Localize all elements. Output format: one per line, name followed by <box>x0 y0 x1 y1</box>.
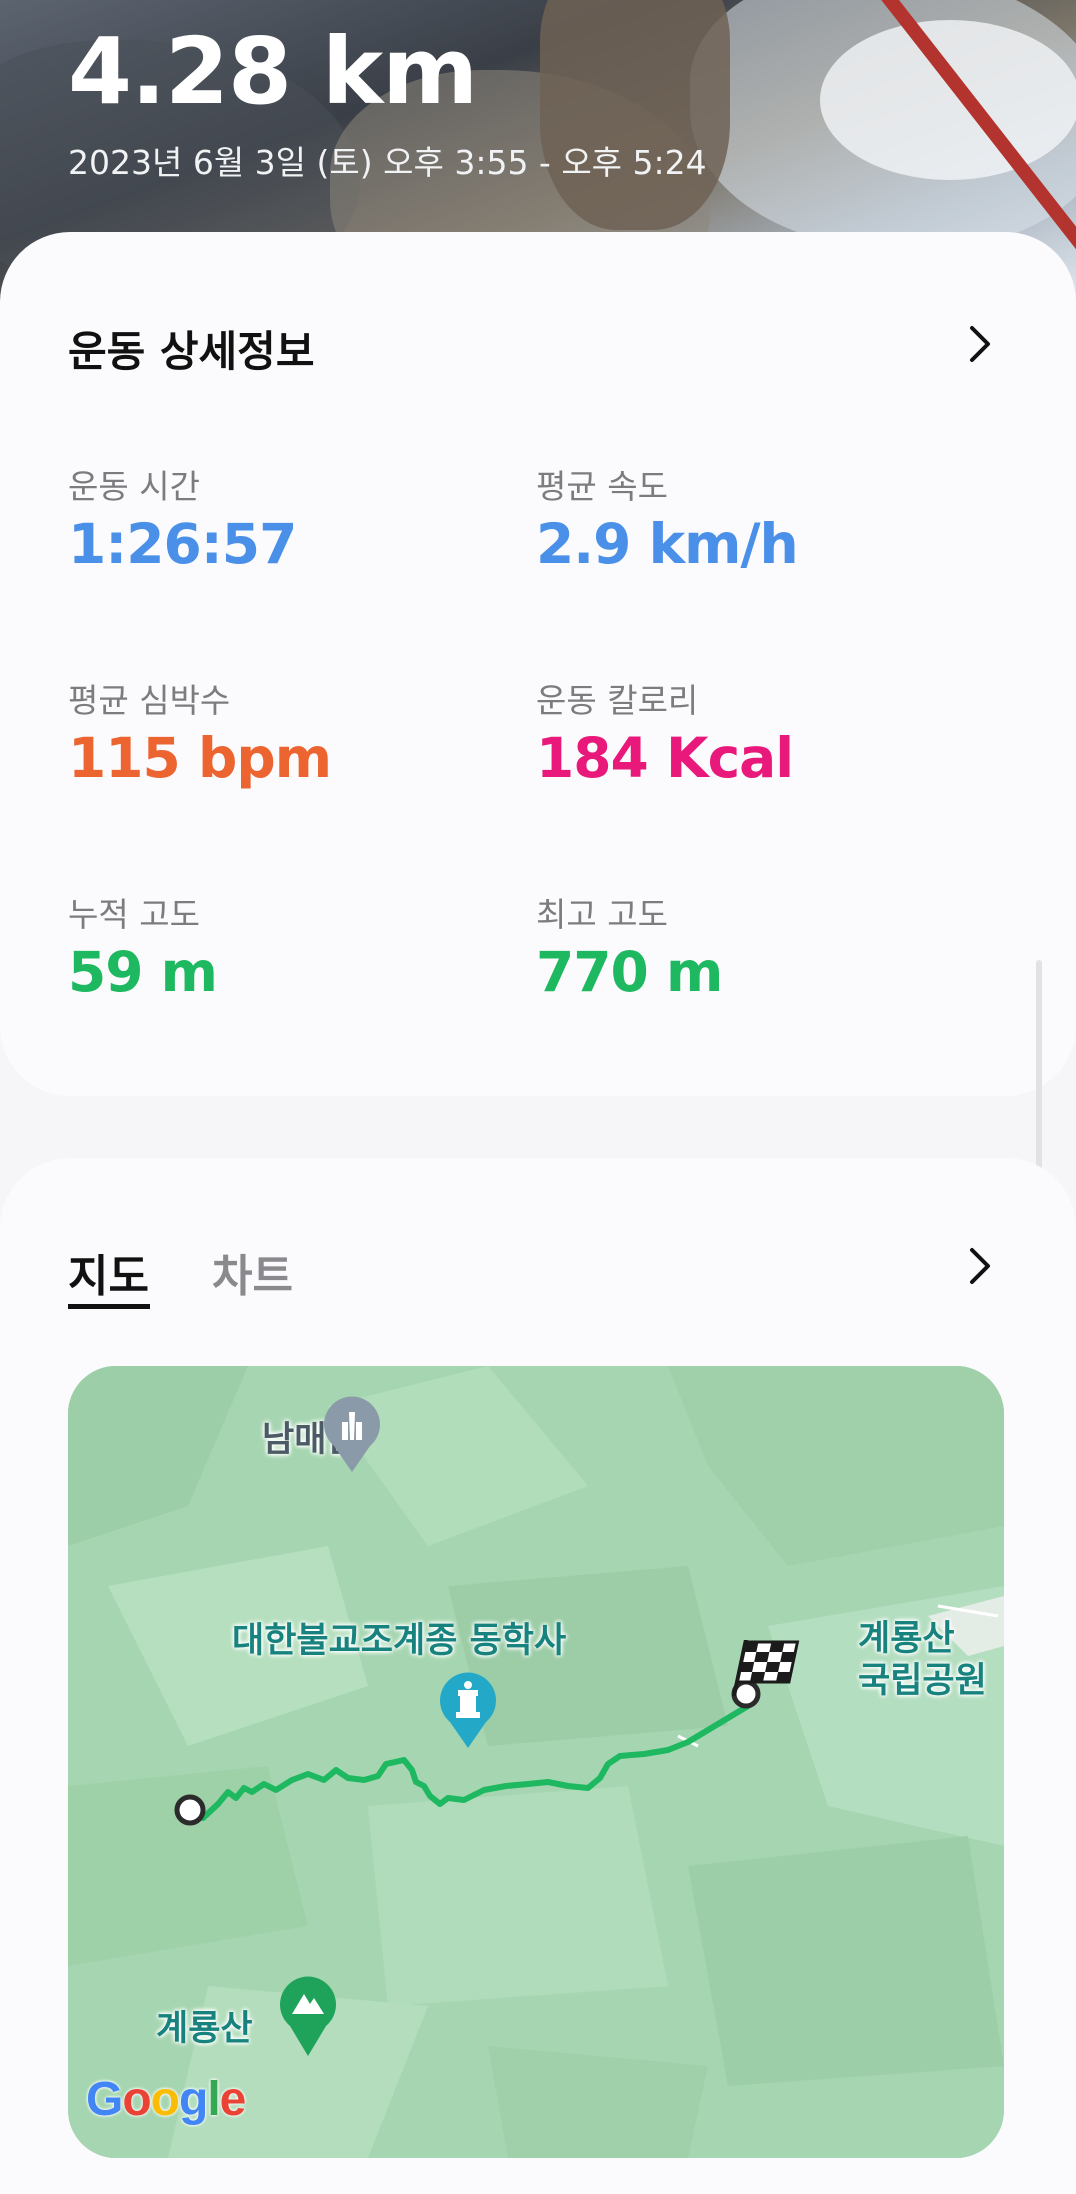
checkered-flag-icon <box>731 1640 800 1709</box>
hero-boot <box>540 0 730 230</box>
stat-value: 770 m <box>536 940 723 1004</box>
workout-date-range: 2023년 6월 3일 (토) 오후 3:55 - 오후 5:24 <box>68 143 707 182</box>
stat-value: 1:26:57 <box>68 512 297 576</box>
stat-value: 2.9 km/h <box>536 512 799 576</box>
hero-snow <box>820 20 1076 180</box>
stat-label: 평균 심박수 <box>68 681 231 720</box>
chevron-right-icon[interactable] <box>960 324 1000 364</box>
pagoda-pin-icon[interactable] <box>320 1394 384 1474</box>
route-map[interactable]: 남매탑 대한불교조계종 동학사 계룡산 국립공원 계룡산 Google <box>68 1366 1004 2158</box>
tab-map[interactable]: 지도 <box>68 1240 149 1304</box>
stat-label: 평균 속도 <box>536 467 668 506</box>
stat-value: 115 bpm <box>68 726 332 790</box>
workout-details-card: 운동 상세정보 운동 시간 1:26:57 평균 속도 2.9 km/h 평균 … <box>0 232 1076 1096</box>
mountain-pin-icon[interactable] <box>276 1970 340 2058</box>
tab-chart[interactable]: 차트 <box>212 1240 293 1304</box>
chevron-right-icon[interactable] <box>960 1246 1000 1286</box>
stat-label: 최고 고도 <box>536 895 668 934</box>
map-label-mountain[interactable]: 계룡산 <box>156 2000 253 2051</box>
google-attribution: Google <box>86 2073 246 2126</box>
route-start-marker <box>174 1794 206 1826</box>
total-distance: 4.28 km <box>68 18 478 125</box>
map-chart-card: 지도 차트 남매탑 대한불교조계종 동학사 계룡산 국립공원 계룡산 Googl… <box>0 1158 1076 2194</box>
stat-label: 누적 고도 <box>68 895 200 934</box>
stat-value: 184 Kcal <box>536 726 794 790</box>
section-title: 운동 상세정보 <box>68 327 315 376</box>
map-label-temple[interactable]: 대한불교조계종 동학사 <box>232 1612 566 1663</box>
stat-value: 59 m <box>68 940 218 1004</box>
stat-label: 운동 시간 <box>68 467 200 506</box>
temple-pin-icon[interactable] <box>436 1670 500 1750</box>
tab-selected-indicator <box>68 1304 150 1309</box>
stat-label: 운동 칼로리 <box>536 681 699 720</box>
map-label-national-park[interactable]: 계룡산 국립공원 <box>858 1618 998 1702</box>
